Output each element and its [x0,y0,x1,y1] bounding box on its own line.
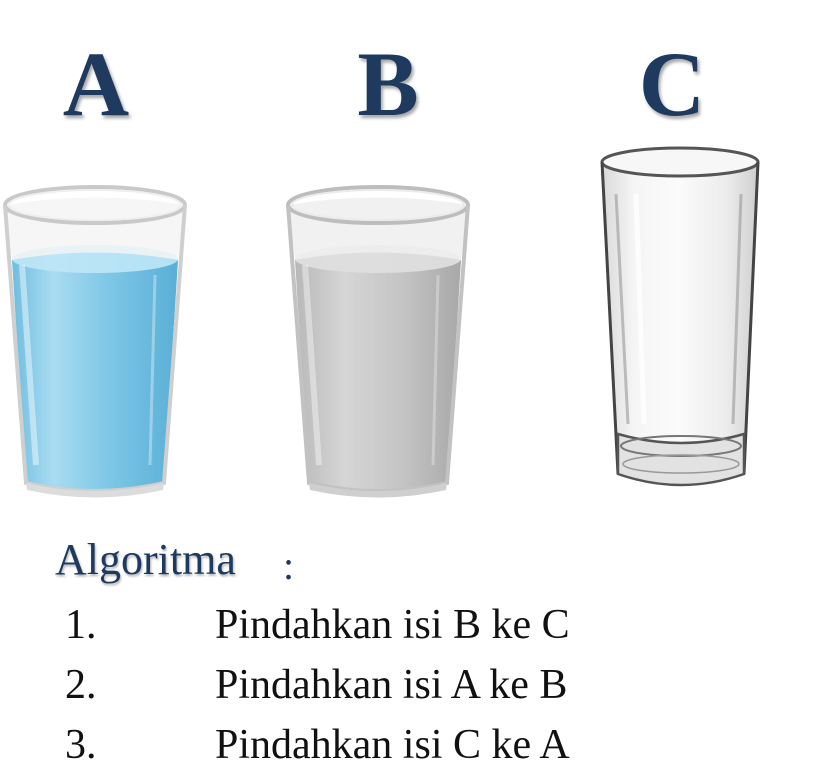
glass-a-water-icon [3,185,187,498]
step-1-text: Pindahkan isi B ke C [215,602,570,648]
step-3-number: 3. [65,722,97,768]
glass-c-label: C [638,33,706,135]
glass-b-liquid-icon [286,185,470,498]
step-2-text: Pindahkan isi A ke B [215,662,568,708]
glass-c-empty-icon [600,146,760,487]
step-3-text: Pindahkan isi C ke A [215,722,570,768]
glass-b-label: B [357,33,419,135]
algorithm-colon: : [283,543,295,588]
algorithm-title: Algoritma [55,535,236,584]
glass-a-label: A [62,33,130,135]
step-1-number: 1. [65,602,97,648]
step-2-number: 2. [65,662,97,708]
